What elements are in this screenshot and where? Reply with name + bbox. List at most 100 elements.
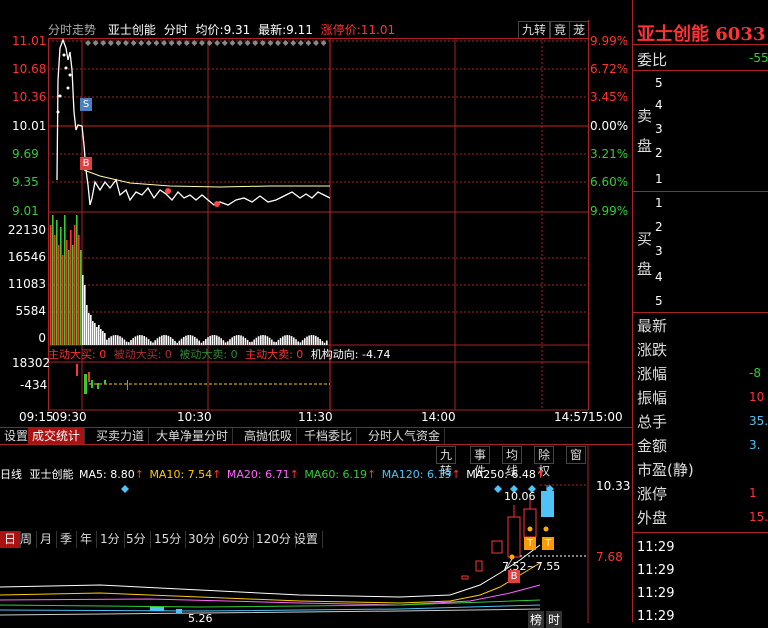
volume-bar bbox=[156, 338, 159, 345]
volume-bar bbox=[125, 341, 128, 345]
volume-bar bbox=[308, 335, 310, 345]
volume-bar bbox=[102, 331, 104, 345]
volume-bar bbox=[249, 342, 251, 345]
stat-value-7: 1 bbox=[749, 486, 757, 500]
event-diamond bbox=[229, 40, 236, 46]
volume-bar bbox=[224, 342, 227, 345]
event-diamond bbox=[138, 40, 145, 46]
volume-bar bbox=[196, 338, 198, 345]
volume-bar bbox=[262, 335, 264, 345]
volume-bar bbox=[264, 335, 266, 345]
volume-bar bbox=[321, 341, 324, 345]
volume-bar bbox=[185, 335, 187, 345]
volume-bar bbox=[301, 340, 304, 345]
volume-bar bbox=[266, 336, 269, 345]
volume-bar bbox=[143, 335, 145, 345]
tab-big-order[interactable]: 大单净量分时 bbox=[152, 428, 234, 445]
volume-bar bbox=[68, 250, 70, 345]
volume-bar bbox=[158, 336, 161, 345]
volume-bar bbox=[240, 335, 242, 345]
volume-bar bbox=[315, 335, 317, 345]
volume-bar bbox=[132, 338, 134, 345]
tab-high-low[interactable]: 高抛低吸 bbox=[240, 428, 298, 445]
volume-bar bbox=[282, 336, 284, 345]
volume-bar bbox=[229, 339, 231, 345]
stat-label-2: 涨幅 bbox=[637, 365, 668, 383]
volume-bar bbox=[167, 335, 170, 345]
volume-bar bbox=[275, 342, 277, 345]
sell-level-5: 5 bbox=[655, 76, 663, 90]
volume-bar bbox=[273, 341, 275, 345]
volume-bar bbox=[172, 338, 174, 345]
volume-bar bbox=[227, 341, 229, 345]
volume-bar bbox=[94, 323, 96, 345]
event-diamond bbox=[221, 40, 228, 46]
volume-bar bbox=[183, 336, 185, 345]
volume-bar bbox=[139, 335, 141, 345]
tab-qiandang[interactable]: 千档委比 bbox=[300, 428, 358, 445]
volume-bar bbox=[74, 225, 76, 345]
shi-tag[interactable]: 时 bbox=[546, 611, 563, 628]
volume-bar bbox=[80, 250, 82, 345]
event-diamond bbox=[145, 40, 152, 46]
volume-bar bbox=[319, 338, 321, 345]
volume-bar bbox=[174, 340, 176, 345]
volume-bar bbox=[317, 337, 319, 345]
volume-bar bbox=[58, 245, 60, 345]
volume-bar bbox=[238, 335, 240, 345]
flow-tick-top: 18302 bbox=[12, 356, 51, 370]
volume-bar bbox=[110, 336, 112, 345]
buy-level-4: 4 bbox=[655, 270, 663, 284]
time-tick-1030: 10:30 bbox=[177, 410, 212, 424]
sell-level-1: 1 bbox=[655, 172, 663, 186]
event-diamond bbox=[282, 40, 289, 46]
volume-bar bbox=[70, 230, 72, 345]
stat-label-3: 振幅 bbox=[637, 389, 668, 407]
volume-bar bbox=[180, 338, 183, 345]
volume-bar bbox=[251, 341, 253, 345]
sell-level-4: 4 bbox=[655, 98, 663, 112]
stat-value-8: 15. bbox=[749, 510, 768, 524]
event-diamond bbox=[305, 40, 312, 46]
volume-bar bbox=[96, 327, 98, 345]
intraday-chart[interactable]: 分时走势 亚士创能 分时 均价:9.31 最新:9.11 涨停价:11.01 九… bbox=[0, 0, 633, 622]
buy-marker: B bbox=[80, 157, 92, 170]
volume-bar bbox=[66, 240, 68, 345]
stat-label-0: 最新 bbox=[637, 317, 668, 335]
tab-buy-sell-power[interactable]: 买卖力道 bbox=[92, 428, 150, 445]
volume-bar bbox=[306, 336, 308, 345]
buy-level-5: 5 bbox=[655, 294, 663, 308]
volume-bar bbox=[106, 339, 108, 345]
volume-bar bbox=[78, 235, 80, 345]
volume-bar bbox=[104, 333, 106, 345]
daily-chart[interactable]: 九转 事件 均线 除权 窗 日线 亚士创能 MA5: 8.80↑ MA10: 7… bbox=[0, 444, 632, 628]
stat-value-3: 10 bbox=[749, 390, 765, 404]
volume-bar bbox=[277, 339, 280, 345]
volume-bar bbox=[209, 335, 211, 345]
stat-label-7: 涨停 bbox=[637, 485, 668, 503]
tab-trade-stats[interactable]: 成交统计 bbox=[28, 428, 86, 445]
volume-bar bbox=[130, 339, 132, 345]
volume-bar bbox=[84, 285, 86, 345]
indicator-tabs: 设置 成交统计 买卖力道 大单净量分时 高抛低吸 千档委比 分时人气资金 bbox=[0, 427, 632, 445]
main-sell-label: 主动大卖: 0 bbox=[245, 348, 304, 361]
volume-bar bbox=[112, 335, 115, 345]
volume-bar bbox=[187, 335, 189, 345]
volume-bar bbox=[293, 337, 295, 345]
volume-bar bbox=[161, 335, 163, 345]
volume-bar bbox=[207, 337, 209, 345]
sell-marker: S bbox=[80, 98, 92, 111]
bang-tag[interactable]: 榜 bbox=[528, 611, 545, 628]
stat-label-4: 总手 bbox=[637, 413, 668, 431]
sell-level-3: 3 bbox=[655, 122, 663, 136]
volume-bar bbox=[231, 337, 233, 345]
volume-bar bbox=[165, 335, 167, 345]
volume-bar bbox=[310, 335, 313, 345]
event-diamond bbox=[153, 40, 160, 46]
volume-bar bbox=[242, 336, 244, 345]
volume-bar bbox=[145, 337, 148, 345]
tab-popularity[interactable]: 分时人气资金 bbox=[364, 428, 446, 445]
annot-hi: 10.06 bbox=[504, 490, 536, 503]
volume-bar bbox=[60, 227, 62, 345]
volume-bar bbox=[72, 245, 74, 345]
